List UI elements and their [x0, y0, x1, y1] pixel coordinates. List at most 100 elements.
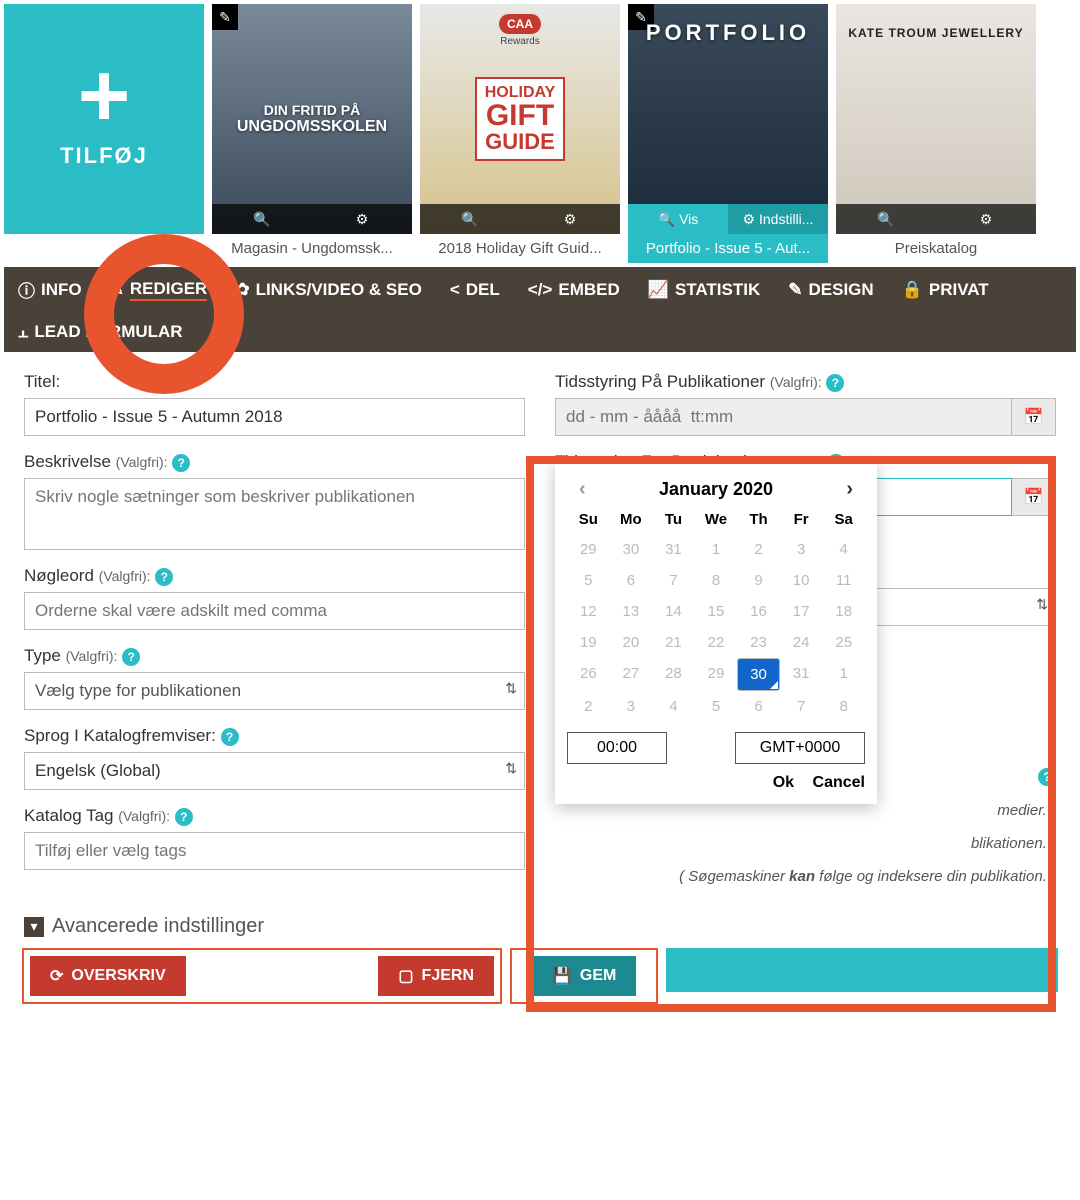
calendar-day[interactable]: 11	[822, 565, 865, 596]
calendar-day[interactable]: 9	[737, 565, 780, 596]
tab-links[interactable]: ✿LINKS/VIDEO & SEO	[221, 267, 436, 312]
calendar-day[interactable]: 25	[822, 627, 865, 658]
sprog-select[interactable]: Engelsk (Global)	[24, 752, 525, 790]
view-button[interactable]: 🔍 Vis	[628, 204, 728, 234]
advanced-settings-toggle[interactable]: ▾ Avancerede indstillinger	[24, 915, 1056, 938]
settings-button[interactable]: ⚙	[520, 204, 620, 234]
calendar-day[interactable]: 6	[737, 691, 780, 722]
calendar-day[interactable]: 30	[610, 534, 653, 565]
calendar-day[interactable]: 20	[610, 627, 653, 658]
gem-button[interactable]: 💾GEM	[532, 956, 636, 996]
calendar-dow: Th	[737, 505, 780, 534]
help-icon[interactable]: ?	[175, 808, 193, 826]
tab-rediger[interactable]: ✎REDIGER	[96, 267, 222, 312]
search-icon: 🔍	[461, 211, 478, 228]
publication-cover[interactable]: ✎ DIN FRITID PÅ UNGDOMSSKOLEN 🔍 ⚙	[212, 4, 412, 234]
zoom-button[interactable]: 🔍	[212, 204, 312, 234]
publication-cover[interactable]: KATE TROUM JEWELLERY 🔍 ⚙	[836, 4, 1036, 234]
time-input[interactable]	[567, 732, 667, 764]
calendar-day[interactable]: 7	[652, 565, 695, 596]
titel-label: Titel:	[24, 372, 525, 392]
calendar-day[interactable]: 8	[695, 565, 738, 596]
calendar-button[interactable]: 📅	[1012, 398, 1056, 436]
calendar-day[interactable]: 30	[737, 658, 780, 691]
tab-privat[interactable]: 🔒PRIVAT	[888, 267, 1003, 312]
tab-info[interactable]: ⓘINFO	[4, 267, 96, 312]
calendar-day[interactable]: 23	[737, 627, 780, 658]
prev-month-button[interactable]: ‹	[573, 478, 592, 501]
calendar-dow: Sa	[822, 505, 865, 534]
help-icon[interactable]: ?	[1038, 768, 1056, 786]
calendar-day[interactable]: 14	[652, 596, 695, 627]
calendar-day[interactable]: 16	[737, 596, 780, 627]
calendar-day[interactable]: 3	[610, 691, 653, 722]
calendar-day[interactable]: 15	[695, 596, 738, 627]
publication-cover[interactable]: CAA Rewards HOLIDAY GIFT GUIDE 🔍 ⚙	[420, 4, 620, 234]
help-icon[interactable]: ?	[221, 728, 239, 746]
calendar-day[interactable]: 21	[652, 627, 695, 658]
tab-design[interactable]: ✎DESIGN	[774, 267, 887, 312]
tidsstyring-pub-input[interactable]	[555, 398, 1012, 436]
calendar-day[interactable]: 10	[780, 565, 823, 596]
zoom-button[interactable]: 🔍	[836, 204, 936, 234]
settings-button[interactable]: ⚙ Indstilli...	[728, 204, 828, 234]
calendar-day[interactable]: 1	[822, 658, 865, 691]
type-select[interactable]: Vælg type for publikationen	[24, 672, 525, 710]
calendar-day[interactable]: 19	[567, 627, 610, 658]
calendar-day[interactable]: 2	[737, 534, 780, 565]
calendar-day[interactable]: 17	[780, 596, 823, 627]
calendar-day[interactable]: 13	[610, 596, 653, 627]
tab-embed[interactable]: </>EMBED	[514, 267, 634, 312]
calendar-day[interactable]: 27	[610, 658, 653, 691]
hint-text: medier. )	[555, 802, 1056, 819]
pencil-icon: ✎	[110, 280, 124, 300]
tag-input[interactable]	[24, 832, 525, 870]
tab-statistik[interactable]: 📈STATISTIK	[634, 267, 774, 312]
calendar-day[interactable]: 18	[822, 596, 865, 627]
timezone-input[interactable]	[735, 732, 865, 764]
add-publication-tile[interactable]: + TILFØJ	[4, 4, 204, 234]
calendar-day[interactable]: 26	[567, 658, 610, 691]
calendar-day[interactable]: 22	[695, 627, 738, 658]
settings-button[interactable]: ⚙	[936, 204, 1036, 234]
cancel-button[interactable]: Cancel	[813, 774, 865, 791]
publication-cover[interactable]: ✎ PORTFOLIO 🔍 Vis ⚙ Indstilli...	[628, 4, 828, 234]
tab-lead[interactable]: ⫠LEAD FORMULAR	[4, 312, 197, 352]
calendar-day[interactable]: 31	[652, 534, 695, 565]
gear-icon: ⚙	[564, 211, 577, 228]
zoom-button[interactable]: 🔍	[420, 204, 520, 234]
calendar-day[interactable]: 1	[695, 534, 738, 565]
calendar-day[interactable]: 8	[822, 691, 865, 722]
help-icon[interactable]: ?	[155, 568, 173, 586]
calendar-day[interactable]: 31	[780, 658, 823, 691]
calendar-day[interactable]: 29	[567, 534, 610, 565]
ok-button[interactable]: Ok	[773, 774, 794, 791]
help-icon[interactable]: ?	[826, 374, 844, 392]
settings-button[interactable]: ⚙	[312, 204, 412, 234]
calendar-day[interactable]: 3	[780, 534, 823, 565]
nogleord-input[interactable]	[24, 592, 525, 630]
calendar-day[interactable]: 29	[695, 658, 738, 691]
overskriv-button[interactable]: ⟳OVERSKRIV	[30, 956, 186, 996]
beskrivelse-textarea[interactable]	[24, 478, 525, 550]
calendar-day[interactable]: 5	[567, 565, 610, 596]
titel-input[interactable]	[24, 398, 525, 436]
tab-del[interactable]: <DEL	[436, 267, 514, 312]
fjern-button[interactable]: ▢FJERN	[378, 956, 494, 996]
help-icon[interactable]: ?	[172, 454, 190, 472]
publication-card: ✎ PORTFOLIO 🔍 Vis ⚙ Indstilli... Portfol…	[628, 4, 828, 263]
help-icon[interactable]: ?	[122, 648, 140, 666]
hint-text: ( Søgemaskiner kan følge og indeksere di…	[555, 868, 1056, 885]
calendar-day[interactable]: 6	[610, 565, 653, 596]
calendar-day[interactable]: 4	[822, 534, 865, 565]
calendar-day[interactable]: 2	[567, 691, 610, 722]
beskrivelse-label: Beskrivelse (Valgfri): ?	[24, 452, 525, 472]
calendar-day[interactable]: 4	[652, 691, 695, 722]
next-month-button[interactable]: ›	[840, 478, 859, 501]
calendar-day[interactable]: 28	[652, 658, 695, 691]
calendar-day[interactable]: 7	[780, 691, 823, 722]
calendar-day[interactable]: 12	[567, 596, 610, 627]
calendar-day[interactable]: 5	[695, 691, 738, 722]
calendar-day[interactable]: 24	[780, 627, 823, 658]
calendar-button[interactable]: 📅	[1012, 478, 1056, 516]
